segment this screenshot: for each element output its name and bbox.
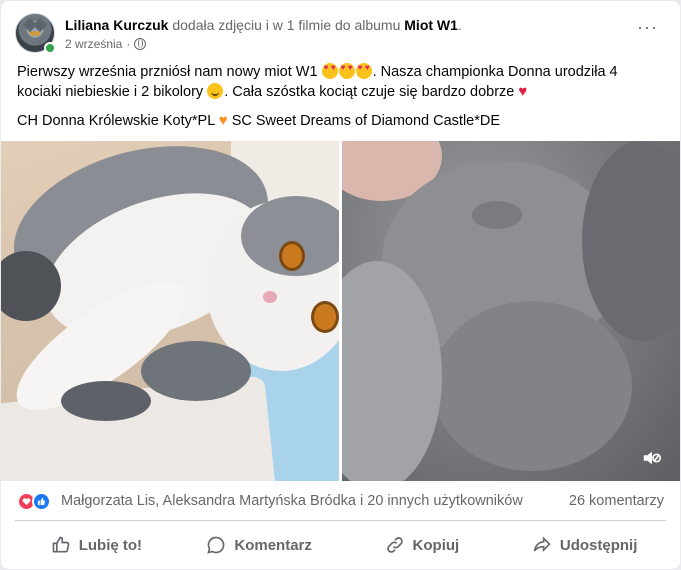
album-link[interactable]: Miot W1	[404, 17, 458, 33]
meta-separator: ·	[126, 37, 131, 51]
post-text-segment: Pierwszy września przniósł nam nowy miot…	[17, 64, 318, 80]
post-paragraph-1: Pierwszy września przniósł nam nowy miot…	[17, 63, 657, 102]
online-status-dot	[44, 42, 56, 54]
like-reaction-icon	[32, 492, 51, 511]
heart-eyes-icon	[355, 63, 372, 79]
thumbs-up-icon	[52, 536, 70, 553]
heart-eyes-icon	[321, 63, 338, 79]
share-button[interactable]: Udostępnij	[503, 525, 666, 565]
red-heart-icon: ♥	[518, 83, 528, 100]
post-text-segment: SC Sweet Dreams of Diamond Castle*DE	[231, 113, 501, 129]
post-meta: 2 września ·	[65, 36, 147, 52]
author-name-link[interactable]: Liliana Kurczuk	[65, 17, 168, 33]
orange-heart-icon: ♥	[218, 112, 228, 129]
post-text-segment: CH Donna Królewskie Koty*PL	[17, 113, 215, 129]
heart-eyes-icon	[338, 63, 355, 79]
post-photo[interactable]	[1, 141, 339, 481]
reaction-icons[interactable]	[17, 492, 51, 511]
smile-icon	[207, 83, 224, 99]
post-media	[1, 141, 680, 481]
post-card: Liliana Kurczuk dodała zdjęciu i w 1 fil…	[1, 1, 680, 569]
post-text: Pierwszy września przniósł nam nowy miot…	[17, 63, 657, 140]
more-options-button[interactable]: ···	[637, 18, 658, 36]
muted-speaker-icon[interactable]	[640, 447, 664, 471]
comment-label: Komentarz	[234, 536, 312, 554]
share-label: Udostępnij	[559, 536, 638, 554]
globe-icon[interactable]	[134, 38, 147, 50]
comments-count-link[interactable]: 26 komentarzy	[569, 493, 664, 509]
reactors-link[interactable]: Małgorzata Lis, Aleksandra Martyńska Bró…	[61, 493, 523, 509]
post-text-segment: . Cała szóstka kociąt czuje się bardzo d…	[224, 84, 515, 100]
copy-label: Kopiuj	[412, 536, 460, 554]
post-stats: Małgorzata Lis, Aleksandra Martyńska Bró…	[17, 491, 664, 513]
share-icon	[533, 536, 551, 553]
comment-icon	[207, 536, 225, 554]
post-video[interactable]	[342, 141, 680, 481]
post-action-text: dodała zdjęciu i w 1 filmie do albumu	[172, 17, 401, 33]
like-button[interactable]: Lubię to!	[15, 525, 178, 565]
copy-button[interactable]: Kopiuj	[341, 525, 504, 565]
link-icon	[386, 537, 403, 553]
like-label: Lubię to!	[78, 536, 143, 554]
post-title-line: Liliana Kurczuk dodała zdjęciu i w 1 fil…	[65, 16, 462, 34]
post-header: Liliana Kurczuk dodała zdjęciu i w 1 fil…	[15, 13, 666, 57]
divider	[15, 520, 666, 521]
post-actions: Lubię to! Komentarz Kopiuj Udostępnij	[15, 525, 666, 565]
post-paragraph-2: CH Donna Królewskie Koty*PL ♥ SC Sweet D…	[17, 111, 657, 131]
album-suffix: .	[457, 17, 462, 33]
comment-button[interactable]: Komentarz	[178, 525, 341, 565]
post-date-link[interactable]: 2 września	[65, 36, 122, 52]
